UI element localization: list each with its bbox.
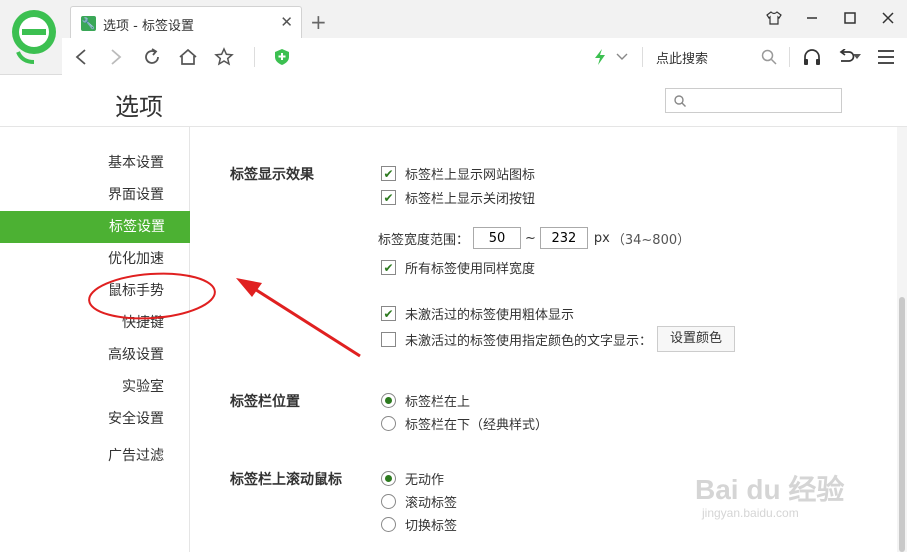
headphones-icon[interactable] [798, 43, 826, 71]
options-search-input[interactable] [665, 88, 842, 113]
min-width-input[interactable] [473, 227, 522, 249]
back-icon[interactable] [67, 43, 95, 71]
radio-scroll-tabs[interactable]: 滚动标签 [381, 492, 457, 511]
sidebar-item-adblock[interactable]: 广告过滤 [0, 440, 164, 472]
option-label: 滚动标签 [405, 496, 458, 511]
option-label: 标签栏上显示关闭按钮 [405, 192, 536, 207]
option-label: 标签栏上显示网站图标 [405, 168, 536, 183]
favorite-star-icon[interactable] [210, 43, 238, 71]
width-range-label: 标签宽度范围： [378, 232, 470, 248]
tab-width-range: 标签宽度范围： ~ px （34~800） [378, 227, 690, 249]
scrollbar-thumb[interactable] [899, 297, 905, 552]
security-shield-icon[interactable] [268, 43, 296, 71]
radio-scroll-switch[interactable]: 切换标签 [381, 515, 457, 534]
sidebar-item-security[interactable]: 安全设置 [0, 403, 164, 435]
section-title-tab-position: 标签栏位置 [230, 394, 300, 410]
sidebar-item-mouse-gesture[interactable]: 鼠标手势 [0, 275, 164, 307]
range-separator: ~ [525, 230, 536, 246]
option-label: 标签栏在下（经典样式） [405, 418, 549, 433]
maximize-button[interactable] [831, 0, 869, 36]
radio-tab-bottom[interactable]: 标签栏在下（经典样式） [381, 414, 548, 433]
radio-tab-top[interactable]: 标签栏在上 [381, 391, 470, 410]
toolbar-divider [789, 47, 790, 67]
skin-icon[interactable] [755, 0, 793, 36]
max-width-input[interactable] [539, 227, 588, 249]
radio-unselected[interactable] [381, 517, 396, 532]
baidu-watermark: Bai du 经验 jingyan.baidu.com [695, 468, 845, 520]
option-show-site-icon[interactable]: ✔ 标签栏上显示网站图标 [381, 164, 535, 183]
new-tab-button[interactable]: + [310, 10, 327, 34]
option-label: 标签栏在上 [405, 395, 471, 410]
option-same-width[interactable]: ✔ 所有标签使用同样宽度 [381, 258, 535, 277]
option-show-close-button[interactable]: ✔ 标签栏上显示关闭按钮 [381, 188, 535, 207]
radio-selected[interactable] [381, 471, 396, 486]
section-title-tab-scroll: 标签栏上滚动鼠标 [230, 472, 342, 488]
undo-dropdown-icon[interactable] [850, 43, 864, 71]
watermark-main: Bai du 经验 [695, 474, 845, 505]
range-hint: （34~800） [611, 232, 691, 248]
menu-hamburger-icon[interactable] [872, 43, 900, 71]
sidebar-item-optimize[interactable]: 优化加速 [0, 243, 164, 275]
options-header: 选项 [0, 75, 907, 127]
toolbar-divider [254, 47, 255, 67]
checkbox-checked[interactable]: ✔ [381, 190, 396, 205]
refresh-icon[interactable] [138, 43, 166, 71]
browser-logo-icon [12, 10, 56, 64]
browser-chrome: 🔧 选项 - 标签设置 ✕ + 点此搜索 [0, 0, 907, 75]
sidebar-item-interface[interactable]: 界面设置 [0, 179, 164, 211]
radio-unselected[interactable] [381, 494, 396, 509]
sidebar-item-basic[interactable]: 基本设置 [0, 147, 164, 179]
wrench-icon: 🔧 [81, 16, 96, 31]
option-label: 未激活过的标签使用指定颜色的文字显示： [405, 333, 653, 349]
page-title: 选项 [115, 93, 163, 121]
sidebar-item-advanced[interactable]: 高级设置 [0, 339, 164, 371]
option-label: 未激活过的标签使用粗体显示 [405, 308, 575, 323]
chevron-down-icon[interactable] [608, 43, 636, 71]
home-icon[interactable] [174, 43, 202, 71]
watermark-sub: jingyan.baidu.com [702, 506, 799, 520]
close-tab-icon[interactable]: ✕ [280, 13, 293, 31]
close-window-button[interactable] [869, 0, 907, 36]
radio-unselected[interactable] [381, 416, 396, 431]
options-sidebar: 基本设置 界面设置 标签设置 优化加速 鼠标手势 快捷键 高级设置 实验室 安全… [0, 127, 190, 552]
unit-label: px [593, 230, 610, 246]
option-inactive-color[interactable]: 未激活过的标签使用指定颜色的文字显示： 设置颜色 [381, 326, 736, 352]
tab-title: 选项 - 标签设置 [103, 19, 194, 34]
search-icon[interactable] [755, 43, 783, 71]
checkbox-unchecked[interactable] [381, 331, 396, 347]
sidebar-item-shortcuts[interactable]: 快捷键 [0, 307, 164, 339]
search-placeholder: 点此搜索 [656, 52, 709, 67]
section-title-tab-display: 标签显示效果 [230, 167, 314, 183]
minimize-button[interactable] [793, 0, 831, 36]
option-label: 切换标签 [405, 519, 458, 534]
set-color-button[interactable]: 设置颜色 [657, 326, 736, 352]
sidebar-item-tabs[interactable]: 标签设置 [0, 211, 190, 243]
option-label: 所有标签使用同样宽度 [405, 262, 536, 277]
sidebar-item-lab[interactable]: 实验室 [0, 371, 164, 403]
option-inactive-bold[interactable]: ✔ 未激活过的标签使用粗体显示 [381, 304, 574, 323]
checkbox-checked[interactable]: ✔ [381, 166, 396, 181]
window-controls [755, 0, 907, 36]
content-scrollbar[interactable] [897, 127, 907, 552]
forward-icon[interactable] [102, 43, 130, 71]
checkbox-checked[interactable]: ✔ [381, 306, 396, 321]
option-label: 无动作 [405, 473, 445, 488]
checkbox-checked[interactable]: ✔ [381, 260, 396, 275]
radio-scroll-none[interactable]: 无动作 [381, 469, 444, 488]
radio-selected[interactable] [381, 393, 396, 408]
active-tab[interactable]: 🔧 选项 - 标签设置 ✕ [70, 6, 302, 38]
toolbar-divider [642, 47, 643, 67]
search-icon [674, 95, 686, 107]
navigation-toolbar: 点此搜索 [62, 38, 907, 75]
